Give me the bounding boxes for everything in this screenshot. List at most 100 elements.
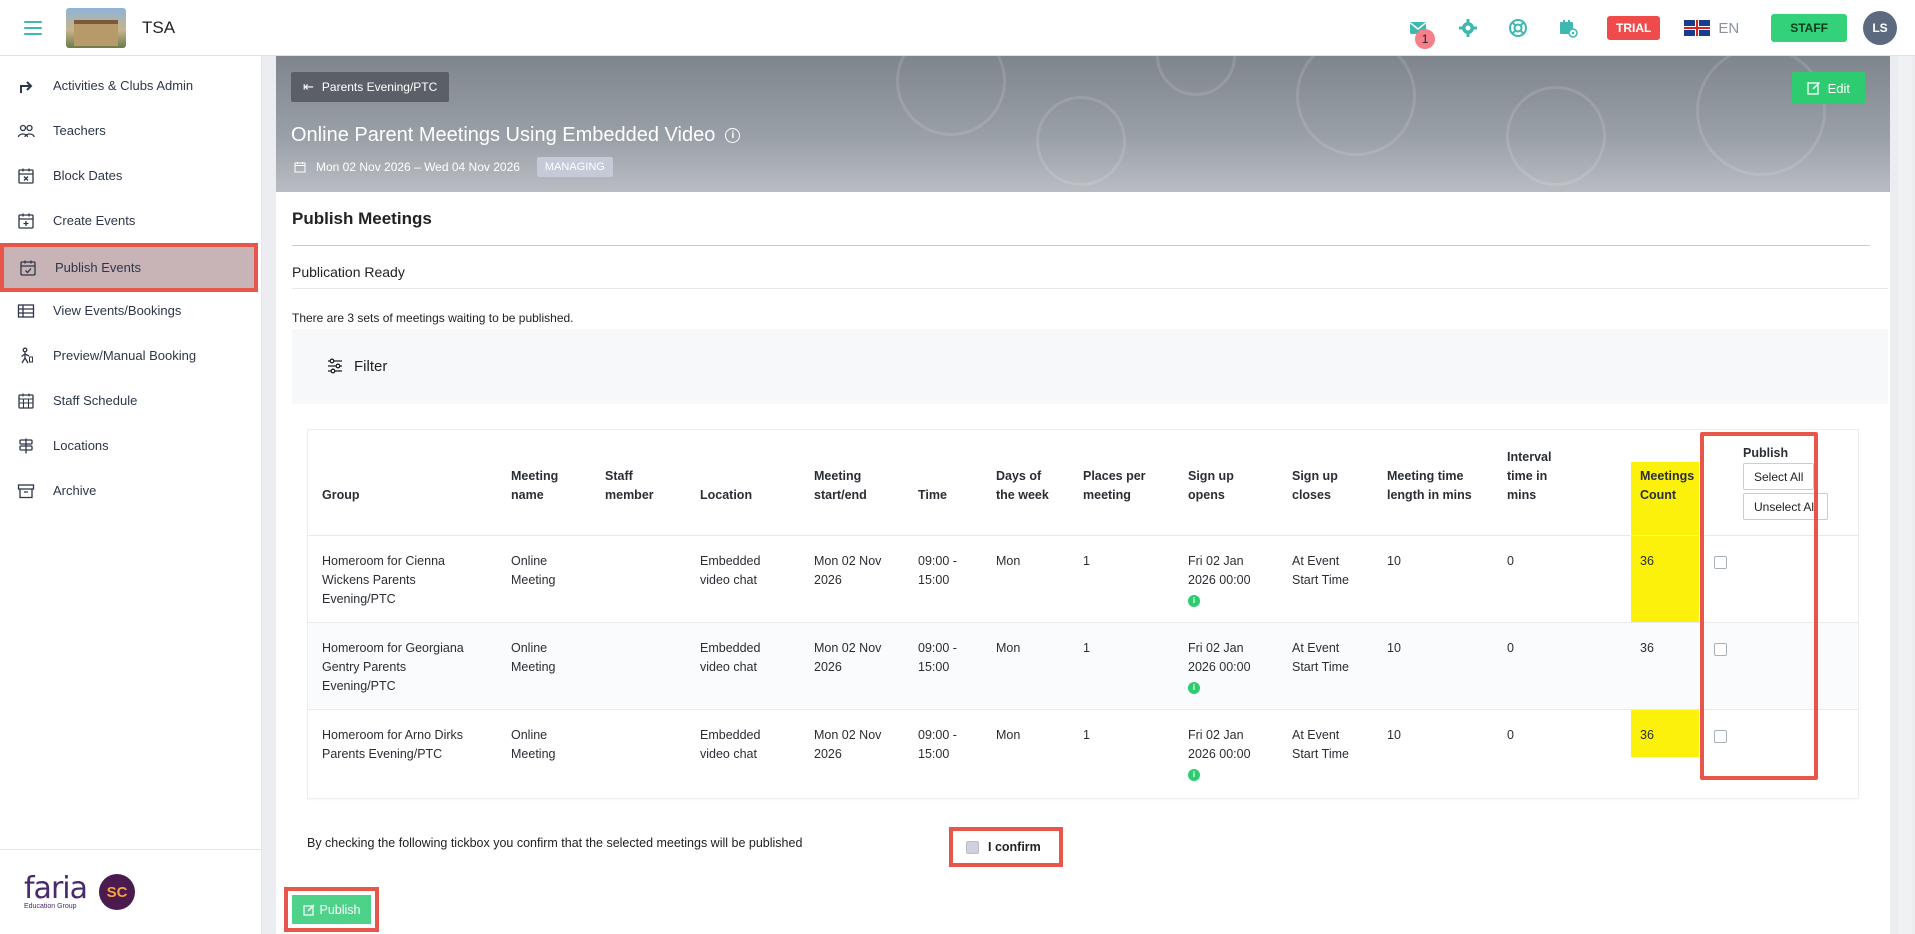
calendar-grid-icon xyxy=(16,391,36,411)
publish-checkbox[interactable] xyxy=(1714,556,1727,569)
cell-sign-up-closes: At Event Start Time xyxy=(1292,554,1349,587)
sidebar: Activities & Clubs Admin Teachers Block … xyxy=(0,56,262,934)
sc-logo[interactable]: SC xyxy=(99,874,135,910)
sidebar-item-preview-manual-booking[interactable]: Preview/Manual Booking xyxy=(0,333,258,378)
sidebar-item-create-events[interactable]: Create Events xyxy=(0,198,258,243)
calendar-check-icon xyxy=(18,258,38,278)
mail-icon[interactable]: 1 xyxy=(1407,17,1436,49)
sidebar-item-publish-events[interactable]: Publish Events xyxy=(0,243,258,292)
publish-button[interactable]: Publish xyxy=(292,895,371,924)
calendar-settings-icon[interactable] xyxy=(1557,17,1579,39)
school-logo[interactable] xyxy=(66,7,126,48)
column-header-meeting-name: Meeting name xyxy=(511,469,559,502)
back-to-parents-evening-button[interactable]: ⇤ Parents Evening/PTC xyxy=(291,72,450,102)
sidebar-item-label: Locations xyxy=(53,438,109,453)
publish-checkbox[interactable] xyxy=(1714,643,1727,656)
staff-role-button[interactable]: STAFF xyxy=(1771,14,1847,42)
top-bar: TSA 1 TRIAL EN STAFF LS xyxy=(0,0,1915,56)
calendar-plus-icon xyxy=(16,211,36,231)
publish-button-highlight: Publish xyxy=(284,887,379,932)
column-header-sign-up-opens: Sign up opens xyxy=(1188,469,1234,502)
gear-icon[interactable] xyxy=(1457,17,1479,39)
cell-sign-up-opens: Fri 02 Jan 2026 00:00 i xyxy=(1188,641,1251,694)
sidebar-item-locations[interactable]: Locations xyxy=(0,423,258,468)
header-decoration xyxy=(1156,56,1236,96)
page-scrollbar[interactable] xyxy=(1898,56,1912,934)
sidebar-footer: faria Education Group SC xyxy=(0,849,261,934)
edit-button-label: Edit xyxy=(1827,80,1850,96)
users-icon xyxy=(16,121,36,141)
cell-location: Embedded video chat xyxy=(700,641,761,674)
faria-logo[interactable]: faria Education Group xyxy=(24,873,88,910)
confirm-checkbox[interactable]: I confirm xyxy=(949,827,1063,867)
sidebar-item-label: View Events/Bookings xyxy=(53,303,182,318)
column-header-time: Time xyxy=(918,488,947,502)
unselect-all-button[interactable]: Unselect All xyxy=(1743,493,1828,520)
cell-meeting-name: Online Meeting xyxy=(511,641,556,674)
sidebar-item-label: Activities & Clubs Admin xyxy=(53,78,194,93)
cell-meeting-name: Online Meeting xyxy=(511,554,556,587)
sidebar-item-label: Create Events xyxy=(53,213,136,228)
column-header-group: Group xyxy=(322,488,360,502)
column-header-sign-up-closes: Sign up closes xyxy=(1292,469,1338,502)
header-decoration xyxy=(1296,56,1416,156)
cell-sign-up-closes: At Event Start Time xyxy=(1292,641,1349,674)
info-icon[interactable]: i xyxy=(725,128,741,143)
edit-button[interactable]: Edit xyxy=(1791,72,1865,104)
confirm-tickbox[interactable] xyxy=(966,840,979,854)
sidebar-item-label: Block Dates xyxy=(53,168,123,183)
sidebar-item-label: Teachers xyxy=(53,123,106,138)
user-avatar[interactable]: LS xyxy=(1863,11,1897,45)
main-content: ⇤ Parents Evening/PTC Edit Online Parent… xyxy=(276,56,1890,934)
column-header-places-per-meeting: Places per meeting xyxy=(1083,469,1146,502)
column-header-staff-member: Staff member xyxy=(605,469,654,502)
info-icon[interactable]: i xyxy=(1188,594,1200,607)
sidebar-item-block-dates[interactable]: Block Dates xyxy=(0,153,258,198)
trial-badge[interactable]: TRIAL xyxy=(1607,16,1661,40)
cell-location: Embedded video chat xyxy=(700,728,761,761)
cell-start-end: Mon 02 Nov 2026 xyxy=(814,641,882,674)
uk-flag-icon[interactable] xyxy=(1684,20,1711,36)
column-header-meeting-length: Meeting time length in mins xyxy=(1387,469,1472,502)
column-header-location: Location xyxy=(700,488,753,502)
menu-icon[interactable] xyxy=(24,20,42,35)
event-title-text: Online Parent Meetings Using Embedded Vi… xyxy=(291,124,716,146)
column-header-meetings-count: Meetings Count xyxy=(1640,469,1695,502)
sidebar-item-view-events-bookings[interactable]: View Events/Bookings xyxy=(0,288,258,333)
cell-start-end: Mon 02 Nov 2026 xyxy=(814,554,882,587)
select-all-button[interactable]: Select All xyxy=(1743,463,1815,490)
cell-interval: 0 xyxy=(1507,641,1514,655)
cell-sign-up-closes: At Event Start Time xyxy=(1292,728,1349,761)
calendar-icon xyxy=(294,162,306,173)
cell-time: 09:00 -15:00 xyxy=(918,641,957,674)
meetings-table: Group Meeting name Staff member Location M… xyxy=(308,430,1858,798)
sidebar-item-label: Archive xyxy=(53,483,97,498)
event-header: ⇤ Parents Evening/PTC Edit Online Parent… xyxy=(276,56,1890,192)
status-badge: MANAGING xyxy=(536,157,613,177)
person-walking-icon xyxy=(16,346,36,366)
cell-time: 09:00 -15:00 xyxy=(918,554,957,587)
cell-group: Homeroom for Cienna Wickens Parents Evenin… xyxy=(322,554,445,606)
sidebar-item-activities-clubs-admin[interactable]: Activities & Clubs Admin xyxy=(0,63,258,108)
mail-badge: 1 xyxy=(1415,29,1436,49)
info-icon[interactable]: i xyxy=(1188,681,1200,694)
publish-checkbox[interactable] xyxy=(1714,730,1727,743)
divider xyxy=(292,288,1888,289)
confirm-message: By checking the following tickbox you co… xyxy=(307,836,803,850)
language-selector[interactable]: EN xyxy=(1718,20,1739,37)
sidebar-item-staff-schedule[interactable]: Staff Schedule xyxy=(0,378,258,423)
info-icon[interactable]: i xyxy=(1188,768,1200,781)
column-header-interval: Interval time in mins xyxy=(1507,450,1552,502)
page-title: Publish Meetings xyxy=(292,209,432,228)
header-decoration xyxy=(1036,96,1126,186)
back-arrow-icon: ⇤ xyxy=(303,79,314,94)
sidebar-item-teachers[interactable]: Teachers xyxy=(0,108,258,153)
sidebar-item-archive[interactable]: Archive xyxy=(0,468,258,513)
filter-button[interactable]: Filter xyxy=(326,357,387,375)
cell-days: Mon xyxy=(996,554,1021,568)
back-button-label: Parents Evening/PTC xyxy=(321,80,438,94)
help-lifebuoy-icon[interactable] xyxy=(1507,17,1529,39)
edit-icon xyxy=(1806,81,1820,95)
event-dates: Mon 02 Nov 2026 – Wed 04 Nov 2026 MANAGI… xyxy=(294,157,613,177)
cell-meeting-length: 10 xyxy=(1387,554,1401,568)
